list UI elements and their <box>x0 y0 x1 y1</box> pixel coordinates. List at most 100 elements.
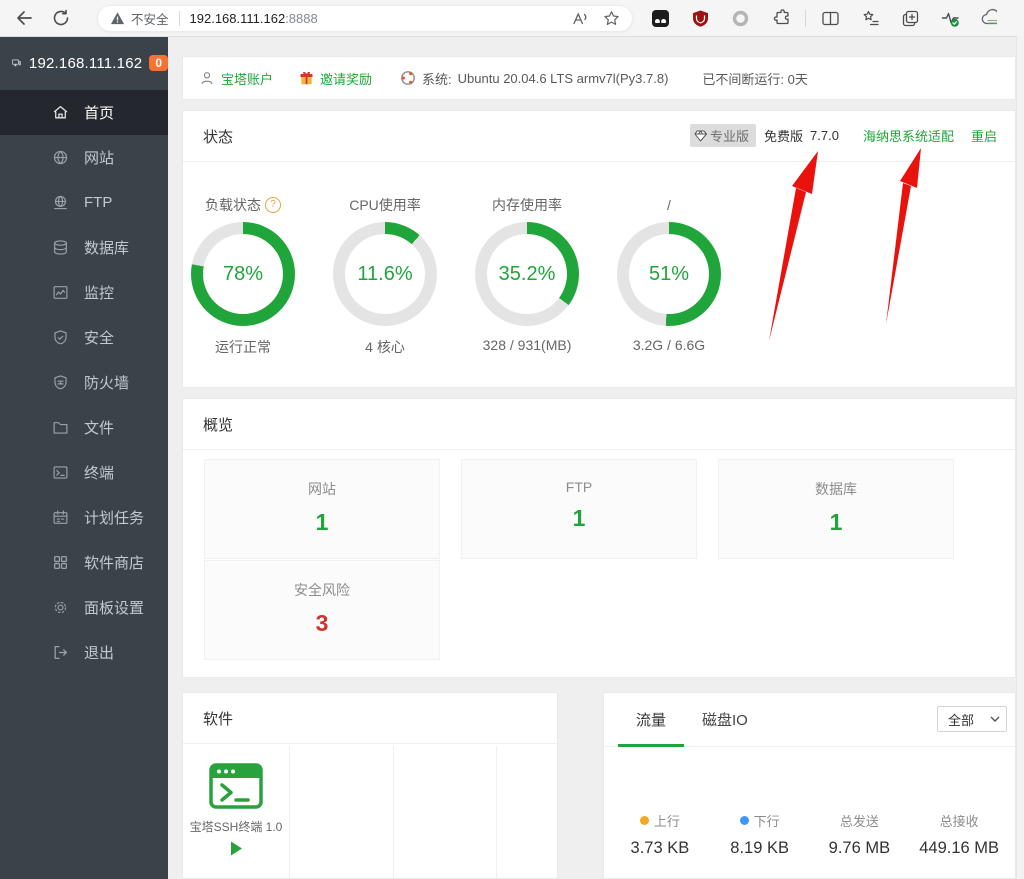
traffic-stats: 上行 3.73 KB 下行 8.19 KB 总发送 9.76 MB 总接收 44… <box>610 811 1009 858</box>
browser-toolbar: 不安全 192.168.111.162 :8888 <box>0 0 1024 37</box>
ssh-terminal-app-icon[interactable] <box>209 763 263 809</box>
sidebar-item-monitor[interactable]: 监控 <box>0 270 168 315</box>
system-value: Ubuntu 20.04.6 LTS armv7l(Py3.7.8) <box>458 71 669 86</box>
traffic-card: 流量 磁盘IO 全部 上行 3.73 KB 下行 8.19 KB <box>603 692 1016 879</box>
sidebar-item-cron[interactable]: 计划任务 <box>0 495 168 540</box>
tile-value: 1 <box>719 509 953 536</box>
play-icon[interactable] <box>230 841 243 856</box>
bt-account-label: 宝塔账户 <box>221 69 273 88</box>
stat-value: 3.73 KB <box>610 839 710 858</box>
info-bar: 宝塔账户 邀请奖励 系统: Ubuntu 20.04.6 LTS armv7l(… <box>182 56 1016 100</box>
security-label[interactable]: 不安全 <box>131 9 169 28</box>
ublock-origin-icon[interactable] <box>691 9 710 28</box>
favorite-star-icon[interactable] <box>603 10 620 27</box>
sidebar-item-label: 计划任务 <box>84 507 144 528</box>
address-bar[interactable]: 不安全 192.168.111.162 :8888 <box>97 5 633 32</box>
sidebar-item-files[interactable]: 文件 <box>0 405 168 450</box>
url-port[interactable]: :8888 <box>285 11 318 26</box>
software-card: 软件 宝塔SSH终端 1.0 <box>182 692 558 879</box>
sidebar-item-ftp[interactable]: FTP <box>0 180 168 225</box>
sidebar-item-terminal[interactable]: 终端 <box>0 450 168 495</box>
overview-tile-security-risk[interactable]: 安全风险 3 <box>204 560 440 660</box>
pro-edition-badge[interactable]: 专业版 <box>690 124 756 147</box>
gauge-label: 负载状态 <box>205 195 261 215</box>
filter-value: 全部 <box>948 710 974 729</box>
extensions-puzzle-icon[interactable] <box>771 9 790 28</box>
sidebar-item-settings[interactable]: 面板设置 <box>0 585 168 630</box>
system-info: 系统: Ubuntu 20.04.6 LTS armv7l(Py3.7.8) <box>400 69 668 88</box>
sidebar-item-database[interactable]: 数据库 <box>0 225 168 270</box>
stat-total-sent: 总发送 9.76 MB <box>810 811 910 858</box>
column-divider <box>393 746 394 878</box>
page-scrollbar[interactable] <box>1016 36 1024 879</box>
system-label: 系统: <box>422 69 452 88</box>
terminal-icon <box>52 464 69 481</box>
stat-label: 总接收 <box>940 811 979 830</box>
gift-icon <box>299 70 314 86</box>
user-icon <box>199 70 215 86</box>
tab-disk-io[interactable]: 磁盘IO <box>684 693 766 746</box>
cpu-ring: 11.6% <box>333 222 437 326</box>
bt-account-link[interactable]: 宝塔账户 <box>199 69 273 88</box>
split-screen-icon[interactable] <box>821 9 840 28</box>
app-bt-ssh-terminal[interactable]: 宝塔SSH终端 1.0 <box>183 746 289 878</box>
sidebar-item-label: 防火墙 <box>84 372 129 393</box>
dark-reader-icon[interactable] <box>651 9 670 28</box>
refresh-icon[interactable] <box>51 8 71 28</box>
status-card: 状态 专业版 免费版 7.7.0 海纳思系统适配 重启 负载状态? 78% 运行… <box>182 110 1016 388</box>
address-divider <box>179 11 180 26</box>
add-to-collection-icon[interactable] <box>901 9 920 28</box>
gauge-value: 51% <box>617 222 721 326</box>
tile-label: 网站 <box>205 479 439 499</box>
tab-traffic[interactable]: 流量 <box>618 693 684 746</box>
message-count-badge[interactable]: 0 <box>149 55 168 71</box>
divider <box>183 449 1015 450</box>
gauge-label: / <box>667 197 671 213</box>
traffic-filter-select[interactable]: 全部 <box>937 706 1007 732</box>
extension-circle-icon[interactable] <box>731 9 750 28</box>
gauge-value: 11.6% <box>333 222 437 326</box>
overview-tile-website[interactable]: 网站 1 <box>204 459 440 559</box>
sidebar-item-label: 首页 <box>84 102 114 123</box>
collections-icon[interactable] <box>861 9 880 28</box>
sidebar-item-website[interactable]: 网站 <box>0 135 168 180</box>
server-identity[interactable]: 192.168.111.162 0 <box>0 36 168 90</box>
load-help-icon[interactable]: ? <box>265 197 281 213</box>
sidebar-item-label: 监控 <box>84 282 114 303</box>
overview-tile-database[interactable]: 数据库 1 <box>718 459 954 559</box>
stat-label: 上行 <box>654 811 680 830</box>
sidebar-item-logout[interactable]: 退出 <box>0 630 168 675</box>
back-icon[interactable] <box>13 8 33 28</box>
uptime-text: 已不间断运行: 0天 <box>702 69 807 88</box>
invite-reward-label: 邀请奖励 <box>320 69 372 88</box>
tile-label: FTP <box>462 479 696 495</box>
sidebar-item-label: 网站 <box>84 147 114 168</box>
gauge-label: 内存使用率 <box>492 195 562 215</box>
sidebar-item-label: FTP <box>84 194 112 211</box>
tile-value: 3 <box>205 610 439 637</box>
sidebar-item-security[interactable]: 安全 <box>0 315 168 360</box>
edition-label: 免费版 <box>764 126 803 145</box>
browser-essentials-icon[interactable] <box>941 9 960 28</box>
stat-label: 总发送 <box>840 811 879 830</box>
extension-toolbar <box>651 8 997 28</box>
hinas-adapt-link[interactable]: 海纳思系统适配 <box>863 126 954 145</box>
url-host[interactable]: 192.168.111.162 <box>190 11 286 26</box>
globe-icon <box>52 149 69 166</box>
sidebar-item-appstore[interactable]: 软件商店 <box>0 540 168 585</box>
sidebar-item-home[interactable]: 首页 <box>0 90 168 135</box>
overview-tile-ftp[interactable]: FTP 1 <box>461 459 697 559</box>
sync-cloud-icon[interactable] <box>981 8 997 28</box>
sidebar-item-firewall[interactable]: 防火墙 <box>0 360 168 405</box>
tile-label: 数据库 <box>719 479 953 499</box>
stat-value: 9.76 MB <box>810 839 910 858</box>
firewall-shield-icon <box>52 374 69 391</box>
home-icon <box>52 104 69 121</box>
upstream-dot-icon <box>640 816 649 825</box>
gauge-cpu: CPU使用率 11.6% 4 核心 <box>325 196 445 357</box>
monitor-chart-icon <box>52 284 69 301</box>
invite-reward-link[interactable]: 邀请奖励 <box>299 69 372 88</box>
sidebar-item-label: 数据库 <box>84 237 129 258</box>
read-aloud-icon[interactable] <box>572 11 589 26</box>
restart-link[interactable]: 重启 <box>971 126 997 145</box>
